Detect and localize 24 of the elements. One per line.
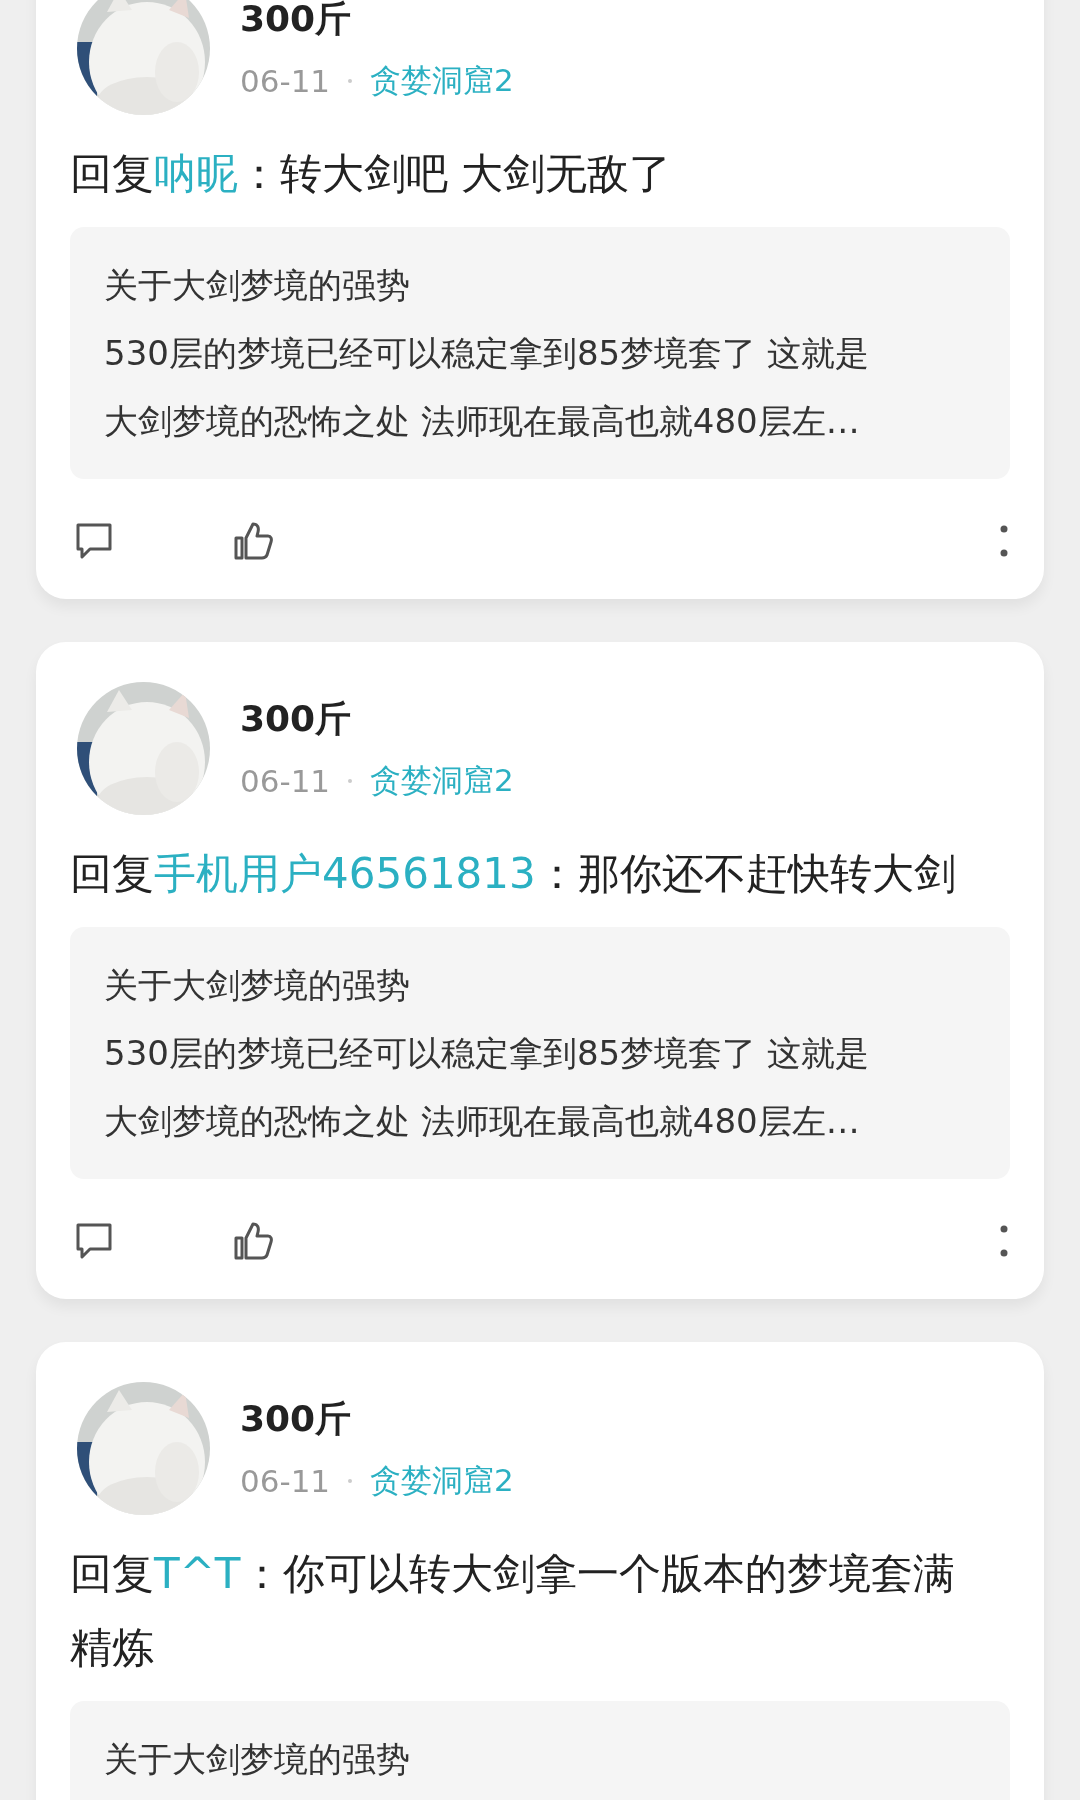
quoted-title: 关于大剑梦境的强势 [104,1738,411,1781]
more-icon[interactable] [1000,525,1008,557]
reply-text: 回复手机用户46561813：那你还不赶快转大剑 [70,848,957,900]
quoted-text: 大剑梦境的恐怖之处 法师现在最高也就480层左… [104,400,861,443]
post-date: 06-11 [240,763,331,799]
quoted-post[interactable]: 关于大剑梦境的强势 530层的梦境已经可以稳定拿到85梦境套了 这就是 大剑梦境的恐怖之处 法师现在最高也就480层左… [70,927,1010,1179]
quoted-text: 530层的梦境已经可以稳定拿到85梦境套了 这就是 [104,332,870,375]
quoted-text: 530层的梦境已经可以稳定拿到85梦境套了 这就是 [104,1032,870,1075]
separator-dot-icon [348,779,353,783]
separator-dot-icon [348,1479,353,1483]
username[interactable]: 300斤 [240,0,514,44]
more-icon[interactable] [1000,1225,1008,1257]
username[interactable]: 300斤 [240,1395,514,1444]
username[interactable]: 300斤 [240,695,514,744]
quoted-title: 关于大剑梦境的强势 [104,264,411,307]
post-date: 06-11 [240,63,331,99]
quoted-post[interactable]: 关于大剑梦境的强势 [70,1701,1010,1800]
quoted-title: 关于大剑梦境的强势 [104,964,411,1007]
reply-text: 回复呐昵：转大剑吧 大剑无敌了 [70,148,673,200]
separator-dot-icon [348,79,353,83]
quoted-text: 大剑梦境的恐怖之处 法师现在最高也就480层左… [104,1100,861,1143]
reply-text: 回复T^T：你可以转大剑拿一个版本的梦境套满精炼 [70,1548,956,1674]
post-date: 06-11 [240,1463,331,1499]
quoted-post[interactable]: 关于大剑梦境的强势 530层的梦境已经可以稳定拿到85梦境套了 这就是 大剑梦境的恐怖之处 法师现在最高也就480层左… [70,227,1010,479]
